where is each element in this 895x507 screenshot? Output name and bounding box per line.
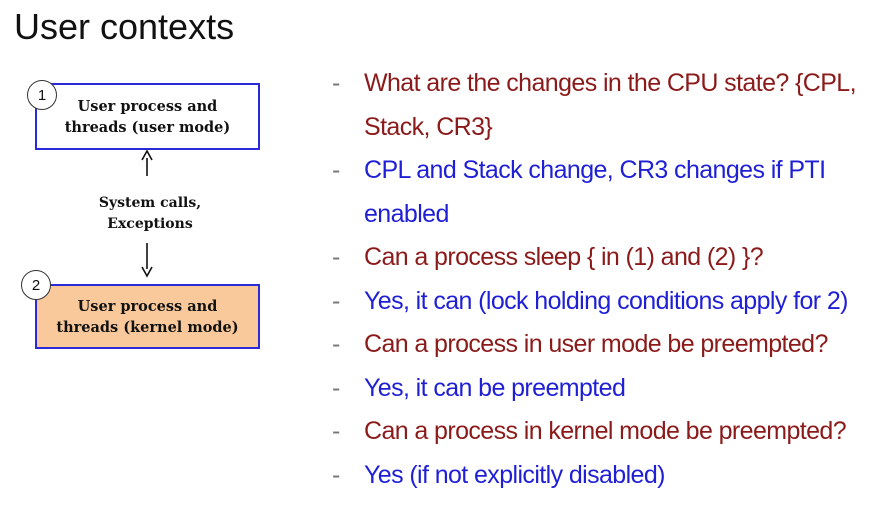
bullet-answer: - Yes, it can (lock holding conditions a…: [326, 280, 891, 324]
up-arrow-icon: [141, 149, 153, 176]
number-badge-2: 2: [21, 270, 51, 300]
transition-label: System calls, Exceptions: [70, 193, 230, 235]
bullet-dash: -: [332, 286, 340, 315]
kernel-mode-box: User process and threads (kernel mode): [35, 284, 260, 349]
bullet-text: Can a process sleep { in (1) and (2) }?: [364, 243, 764, 271]
bullet-dash: -: [332, 330, 340, 358]
bullet-dash: -: [332, 69, 340, 97]
bullet-answer: - Yes (if not explicitly disabled): [326, 454, 891, 498]
bullet-text: Yes (if not explicitly disabled): [364, 460, 665, 489]
bullet-list: - What are the changes in the CPU state?…: [326, 62, 891, 497]
bullet-text: Can a process in kernel mode be preempte…: [364, 417, 847, 445]
transition-label-line1: System calls,: [98, 195, 202, 211]
bullet-text: Yes, it can (lock holding conditions app…: [364, 286, 848, 315]
bullet-dash: -: [332, 243, 340, 271]
bullet-dash: -: [332, 373, 340, 402]
kernel-mode-box-line2: threads (kernel mode): [56, 318, 239, 336]
bullet-answer: - CPL and Stack change, CR3 changes if P…: [326, 149, 891, 236]
bullet-text: CPL and Stack change, CR3 changes if PTI…: [364, 156, 826, 228]
bullet-question: - Can a process sleep { in (1) and (2) }…: [326, 236, 891, 280]
bullet-dash: -: [332, 460, 340, 489]
bullet-question: - Can a process in user mode be preempte…: [326, 323, 891, 367]
down-arrow-icon: [141, 243, 153, 278]
slide: User contexts User process and threads (…: [0, 0, 895, 507]
bullet-question: - Can a process in kernel mode be preemp…: [326, 410, 891, 454]
bullet-dash: -: [332, 156, 340, 184]
bullet-dash: -: [332, 417, 340, 445]
bullet-question: - What are the changes in the CPU state?…: [326, 62, 891, 149]
bullet-text: What are the changes in the CPU state? {…: [364, 69, 857, 141]
bullet-text: Can a process in user mode be preempted?: [364, 330, 828, 358]
transition-label-line2: Exceptions: [107, 216, 193, 232]
kernel-mode-box-line1: User process and: [77, 297, 218, 315]
bullet-answer: - Yes, it can be preempted: [326, 367, 891, 411]
bullet-text: Yes, it can be preempted: [364, 373, 626, 402]
